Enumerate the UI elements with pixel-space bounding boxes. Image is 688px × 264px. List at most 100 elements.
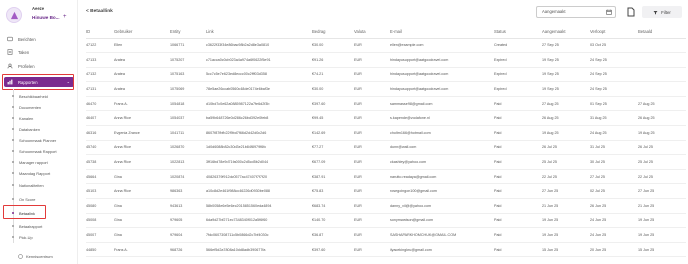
sidebar-subitem-label: Maandag Rapport xyxy=(19,170,51,176)
table-cell: 1026870 xyxy=(170,140,206,156)
column-header[interactable]: Entity xyxy=(170,26,206,39)
table-row[interactable]: 47132 Aratea 1075163 5cc7c5e7e623ed8eccc00c… xyxy=(86,67,686,83)
sidebar-subitem-maandag-rapport[interactable]: Maandag Rapport xyxy=(12,168,74,178)
sidebar-subitem-schoonmaak-planner[interactable]: Schoonmaak Planner xyxy=(12,135,74,145)
table-cell: 24 Sep 25 xyxy=(590,81,638,97)
bullet-icon xyxy=(12,236,14,238)
table-cell: €30.00 xyxy=(312,38,354,54)
table-cell: Paid xyxy=(494,213,542,229)
column-header[interactable]: Bedrag xyxy=(312,26,354,39)
sidebar-subitem-nationaliteiten[interactable]: Nationaliteiten xyxy=(12,180,74,190)
sidebar-subitem-manager-rapport[interactable]: Manager rapport xyxy=(12,157,74,167)
table-cell: SASHAPARKHOMCHUK@GMAIL.COM xyxy=(390,227,494,243)
table-cell: 979605 xyxy=(170,213,206,229)
table-cell: 19 Aug 25 xyxy=(638,125,686,141)
table-cell: 19 Jun 25 xyxy=(542,227,590,243)
table-row[interactable]: 46407 Anna Rice 1054037 ba59b648726e0d286c2… xyxy=(86,110,686,127)
table-row[interactable]: 45080 Gina 943613 58b0058e6e5e6ec2015851560… xyxy=(86,198,686,214)
table-cell: 1d0d6088b82c30d3e21b84f8979f6fc xyxy=(206,140,312,156)
table-row[interactable]: 45103 Anna Rice 986363 a10c8d2e461f988cc462… xyxy=(86,183,686,200)
table-cell xyxy=(638,81,686,97)
sidebar-subitem-schoonmaak-rapport[interactable]: Schoonmaak Rapport xyxy=(12,146,74,156)
calendar-icon[interactable] xyxy=(606,9,612,15)
table-cell: €74.21 xyxy=(312,67,354,83)
table-row[interactable]: 46316 Evgenia Zrance 1041711 8607f87fbfb22f… xyxy=(86,125,686,141)
column-header[interactable]: E-mail xyxy=(390,26,494,39)
table-cell: Paid xyxy=(494,110,542,127)
column-header-label: Entity xyxy=(170,29,181,35)
table-row[interactable]: 45738 Anna Rice 1022813 3ff16bd78e9d71fa000… xyxy=(86,154,686,170)
table-cell: 24 Sep 25 xyxy=(590,67,638,83)
sidebar-subitem-documenten[interactable]: Documenten xyxy=(12,102,74,112)
bullet-icon xyxy=(12,117,14,119)
column-header[interactable]: Betaald xyxy=(638,26,686,39)
table-cell: €683.74 xyxy=(312,198,354,214)
column-header[interactable]: Aangemaakt xyxy=(542,26,590,39)
column-header[interactable]: ID xyxy=(86,26,114,39)
sidebar-subitem-betaalrapport[interactable]: Betaalrapport xyxy=(12,221,74,231)
table-row[interactable]: 44850 Frans A. 968726 566ef5d2a7808a10dd8ad… xyxy=(86,242,686,258)
table-cell: 25 Jul 25 xyxy=(638,154,686,170)
table-cell: 1066771 xyxy=(170,38,206,54)
table-cell: €77.27 xyxy=(312,140,354,156)
column-header[interactable]: Valuta xyxy=(354,26,390,39)
table-cell: 19 Sep 25 xyxy=(542,67,590,83)
export-document-icon[interactable] xyxy=(626,7,636,17)
sidebar-subitem-on-score[interactable]: On Score xyxy=(12,194,74,204)
column-header-label: Link xyxy=(206,29,214,35)
column-header[interactable]: Link xyxy=(206,26,312,39)
table-cell: Gina xyxy=(114,198,170,214)
table-row[interactable]: 47122 Ellen 1066771 c3622f33f34e86bac98b2a2… xyxy=(86,38,686,54)
table-cell: c3622f33f34e86bac98b2a2d8e3a0810 xyxy=(206,38,312,54)
table-row[interactable]: 45007 Gina 979604 7fdc0607308711c5b0866d2c7… xyxy=(86,227,686,243)
table-row[interactable]: 46470 Frans A. 1054818 d10bd7c0e62a08859871… xyxy=(86,96,686,112)
table-cell: 31 Aug 25 xyxy=(590,110,638,127)
column-header[interactable]: Verloopt xyxy=(590,26,638,39)
table-cell: ckashley@yahoo.com xyxy=(390,154,494,170)
table-cell: 78e5ae26ccab0560c48de0174e6baf3e xyxy=(206,81,312,97)
table-cell: EUR xyxy=(354,227,390,243)
table-row[interactable]: 45740 Anna Rice 1026870 1d0d6088b82c30d3e21… xyxy=(86,140,686,156)
table-cell: Ellen xyxy=(114,38,170,54)
sidebar-subitem-databanken[interactable]: Databanken xyxy=(12,124,74,134)
sidebar-subitem-beschikbaarheid[interactable]: Beschikbaarheid xyxy=(12,91,74,101)
column-header[interactable]: Gebruiker xyxy=(114,26,170,39)
table-cell: hindayusupport@aatgoodravel.com xyxy=(390,67,494,83)
date-filter-input[interactable]: Aangemaakt xyxy=(536,6,616,18)
bullet-icon xyxy=(12,150,14,152)
sidebar-item-taken[interactable]: Taken xyxy=(4,47,74,57)
sidebar-subitem-label: Manager rapport xyxy=(19,159,48,165)
table-cell: €397.60 xyxy=(312,96,354,112)
sidebar-subitem-kanalen[interactable]: Kanalen xyxy=(12,113,74,123)
table-cell: 3ff16bd78e9d71fa000c2d5cd5b2d044 xyxy=(206,154,312,170)
table-row[interactable]: 45008 Gina 979605 6da9d27bf271ec7348340f012… xyxy=(86,213,686,229)
table-cell: EUR xyxy=(354,38,390,54)
bullet-icon xyxy=(12,128,14,130)
table-cell: EUR xyxy=(354,110,390,127)
sidebar-item-berichten[interactable]: Berichten xyxy=(4,34,74,44)
table-cell: a10c8d2e461f988cc46226d0930be088 xyxy=(206,183,312,200)
table-cell: Gina xyxy=(114,169,170,185)
filter-icon xyxy=(653,10,658,14)
table-cell: 5cc7c5e7e623ed8eccc00c2fff03d358 xyxy=(206,67,312,83)
table-cell: 26 Jun 25 xyxy=(590,198,638,214)
organization-switcher[interactable]: Aeeze Hinuwe Bo... + xyxy=(6,4,70,26)
table-row[interactable]: 47131 Aratea 1075069 78e5ae26ccab0560c48de0… xyxy=(86,81,686,97)
back-link[interactable]: < Betaallink xyxy=(86,9,113,14)
bullet-icon xyxy=(12,198,14,200)
sidebar-item-kenniscentrum[interactable]: Kenniscentrum xyxy=(18,254,53,259)
table-cell: 46407 xyxy=(86,110,114,127)
table-cell: 25 Jul 25 xyxy=(542,154,590,170)
filter-button[interactable]: Filter xyxy=(642,6,682,18)
sidebar-subitem-pick-up[interactable]: Pick-Up xyxy=(12,232,74,242)
table-row[interactable]: 45664 Gina 1020874 40826379f912dc0577ac4740… xyxy=(86,169,686,185)
table-cell: ba59b648726e0d286c26bd392e0feb8 xyxy=(206,110,312,127)
add-organization-icon[interactable]: + xyxy=(63,14,67,20)
sidebar-item-profielen[interactable]: Profielen xyxy=(4,61,74,71)
table-row[interactable]: 47133 Aratea 1075207 c71acca0c0cb023a4a974a… xyxy=(86,52,686,68)
column-header-label: Valuta xyxy=(354,29,366,35)
table-cell: 46470 xyxy=(86,96,114,112)
sidebar-subitem-label: Beschikbaarheid xyxy=(19,93,48,99)
column-header[interactable]: Status xyxy=(494,26,542,39)
table-cell xyxy=(638,52,686,68)
